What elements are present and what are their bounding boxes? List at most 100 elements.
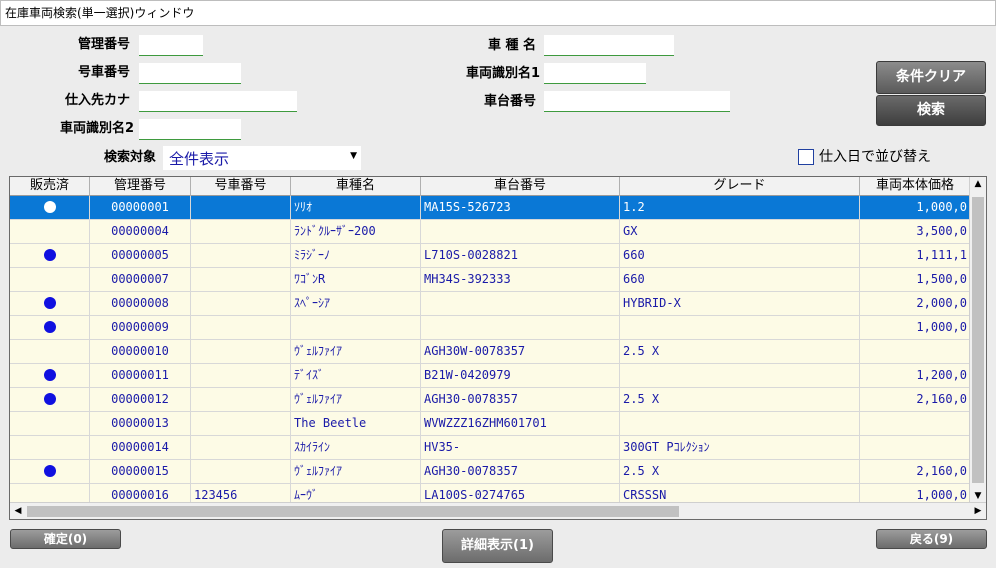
header-kanri[interactable]: 管理番号 — [90, 177, 191, 196]
cell-shadai — [421, 220, 620, 244]
cell-shadai: MA15S-526723 — [421, 196, 620, 220]
sold-indicator-icon — [43, 248, 56, 261]
table-row[interactable]: 00000001 ｿﾘｵ MA15S-526723 1.2 1,000,0 — [10, 196, 970, 220]
kanri-input[interactable] — [139, 35, 203, 56]
cell-price: 3,500,0 — [860, 220, 970, 244]
detail-view-button[interactable]: 詳細表示(1) — [442, 529, 553, 563]
table-row[interactable]: 00000007 ﾜｺﾞﾝR MH34S-392333 660 1,500,0 — [10, 268, 970, 292]
cell-grade — [620, 412, 860, 436]
cell-kanri: 00000012 — [90, 388, 191, 412]
cell-shamei: ﾐﾗｼﾞｰﾉ — [291, 244, 421, 268]
cell-kanri: 00000005 — [90, 244, 191, 268]
table-row[interactable]: 00000005 ﾐﾗｼﾞｰﾉ L710S-0028821 660 1,111,1 — [10, 244, 970, 268]
scroll-down-icon[interactable]: ▼ — [970, 491, 986, 501]
cell-shadai: HV35- — [421, 436, 620, 460]
cell-shamei: ﾜｺﾞﾝR — [291, 268, 421, 292]
cell-price: 1,200,0 — [860, 364, 970, 388]
scroll-up-icon[interactable]: ▲ — [970, 179, 986, 189]
kanri-label: 管理番号 — [77, 37, 130, 52]
horizontal-scrollbar[interactable]: ◀ ▶ — [10, 502, 986, 519]
sold-indicator-icon — [43, 392, 56, 405]
table-row[interactable]: 00000013 The Beetle WVWZZZ16ZHM601701 — [10, 412, 970, 436]
vertical-scroll-thumb[interactable] — [972, 197, 984, 483]
cell-price: 1,000,0 — [860, 316, 970, 340]
cell-shadai: WVWZZZ16ZHM601701 — [421, 412, 620, 436]
gosha-label: 号車番号 — [77, 65, 130, 80]
header-shadai[interactable]: 車台番号 — [421, 177, 620, 196]
cell-gosha — [191, 244, 291, 268]
cell-shamei: ｳﾞｪﾙﾌｧｲｱ — [291, 388, 421, 412]
shikibetsu2-input[interactable] — [139, 119, 241, 140]
confirm-button[interactable]: 確定(0) — [10, 529, 121, 549]
horizontal-scroll-thumb[interactable] — [27, 506, 679, 517]
shamei-input[interactable] — [544, 35, 674, 56]
table-row[interactable]: 00000012 ｳﾞｪﾙﾌｧｲｱ AGH30-0078357 2.5 X 2,160,… — [10, 388, 970, 412]
table-row[interactable]: 00000008 ｽﾍﾟｰｼｱ HYBRID-X 2,000,0 — [10, 292, 970, 316]
cell-shamei — [291, 316, 421, 340]
table-row[interactable]: 00000015 ｳﾞｪﾙﾌｧｲｱ AGH30-0078357 2.5 X 2,160,… — [10, 460, 970, 484]
vehicle-grid[interactable]: 販売済 管理番号 号車番号 車種名 車台番号 グレード 車両本体価格 00000… — [9, 176, 987, 520]
table-row[interactable]: 00000004 ﾗﾝﾄﾞｸﾙｰｻﾞｰ200 GX 3,500,0 — [10, 220, 970, 244]
cell-kanri: 00000009 — [90, 316, 191, 340]
cell-kanri: 00000008 — [90, 292, 191, 316]
cell-kanri: 00000004 — [90, 220, 191, 244]
cell-gosha — [191, 388, 291, 412]
cell-shamei: ｽｶｲﾗｲﾝ — [291, 436, 421, 460]
cell-kanri: 00000014 — [90, 436, 191, 460]
cell-grade: 1.2 — [620, 196, 860, 220]
table-row[interactable]: 00000010 ｳﾞｪﾙﾌｧｲｱ AGH30W-0078357 2.5 X — [10, 340, 970, 364]
sort-by-purchase-date-label: 仕入日で並び替え — [819, 149, 931, 165]
cell-shadai — [421, 292, 620, 316]
search-button[interactable]: 検索 — [876, 95, 986, 126]
shadai-input[interactable] — [544, 91, 730, 112]
cell-sold — [10, 388, 90, 412]
vertical-scrollbar[interactable]: ▲ ▼ — [969, 177, 986, 503]
cell-gosha — [191, 220, 291, 244]
scroll-right-icon[interactable]: ▶ — [970, 506, 986, 516]
cell-grade: GX — [620, 220, 860, 244]
scroll-left-icon[interactable]: ◀ — [10, 506, 26, 516]
table-row[interactable]: 00000011 ﾃﾞｲｽﾞ B21W-0420979 1,200,0 — [10, 364, 970, 388]
table-row[interactable]: 00000009 1,000,0 — [10, 316, 970, 340]
grid-header: 販売済 管理番号 号車番号 車種名 車台番号 グレード 車両本体価格 — [10, 177, 970, 196]
clear-conditions-button[interactable]: 条件クリア — [876, 61, 986, 94]
cell-gosha — [191, 412, 291, 436]
header-gosha[interactable]: 号車番号 — [191, 177, 291, 196]
cell-shadai: L710S-0028821 — [421, 244, 620, 268]
cell-shamei: The Beetle — [291, 412, 421, 436]
search-target-select[interactable]: 全件表示 ▼ — [163, 146, 361, 170]
cell-shadai: AGH30-0078357 — [421, 388, 620, 412]
cell-gosha — [191, 436, 291, 460]
sort-by-purchase-date-checkbox[interactable] — [798, 149, 814, 165]
cell-gosha — [191, 340, 291, 364]
cell-grade: 2.5 X — [620, 340, 860, 364]
back-button[interactable]: 戻る(9) — [876, 529, 987, 549]
cell-price: 1,111,1 — [860, 244, 970, 268]
shamei-label: 車 種 名 — [487, 38, 536, 53]
shiire-label: 仕入先カナ — [64, 93, 130, 108]
header-shamei[interactable]: 車種名 — [291, 177, 421, 196]
chevron-down-icon: ▼ — [350, 151, 357, 161]
sold-indicator-icon — [43, 296, 56, 309]
cell-shamei: ｿﾘｵ — [291, 196, 421, 220]
table-row[interactable]: 00000014 ｽｶｲﾗｲﾝ HV35- 300GT Pｺﾚｸｼｮﾝ — [10, 436, 970, 460]
search-target-value: 全件表示 — [169, 150, 230, 168]
cell-grade: HYBRID-X — [620, 292, 860, 316]
cell-sold — [10, 220, 90, 244]
cell-shadai: AGH30W-0078357 — [421, 340, 620, 364]
header-sold[interactable]: 販売済 — [10, 177, 90, 196]
sold-indicator-icon — [43, 320, 56, 333]
header-grade[interactable]: グレード — [620, 177, 860, 196]
gosha-input[interactable] — [139, 63, 241, 84]
cell-shamei: ｽﾍﾟｰｼｱ — [291, 292, 421, 316]
cell-grade: 2.5 X — [620, 388, 860, 412]
header-price[interactable]: 車両本体価格 — [860, 177, 970, 196]
shikibetsu1-input[interactable] — [544, 63, 646, 84]
cell-grade — [620, 364, 860, 388]
shiire-input[interactable] — [139, 91, 297, 112]
cell-price — [860, 412, 970, 436]
cell-grade: 2.5 X — [620, 460, 860, 484]
cell-grade: 660 — [620, 244, 860, 268]
cell-shamei: ｳﾞｪﾙﾌｧｲｱ — [291, 340, 421, 364]
cell-gosha — [191, 268, 291, 292]
